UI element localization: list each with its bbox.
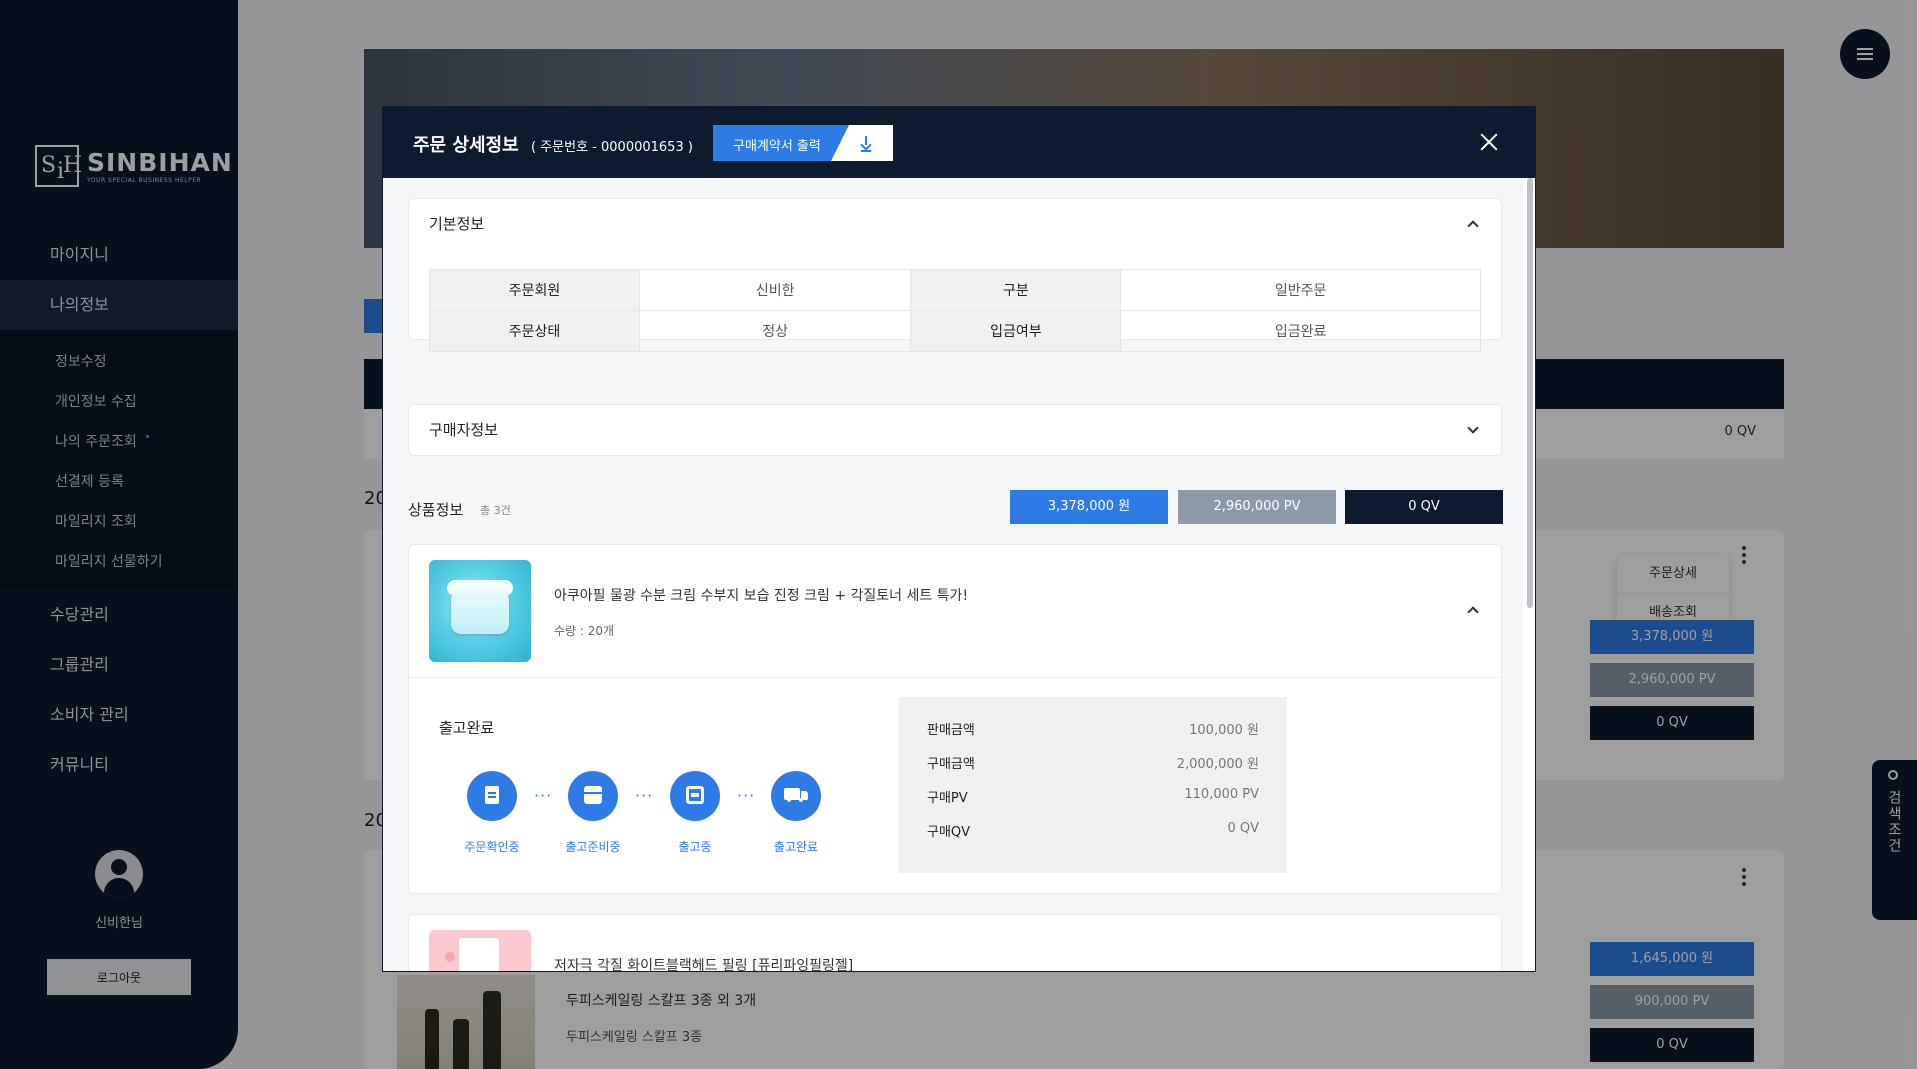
info-value: 입금완료 (1120, 310, 1481, 352)
info-label: 주문회원 (429, 269, 640, 311)
price-row: 구매QV 0 QV (927, 821, 1259, 855)
step-label: 출고중 (678, 840, 712, 854)
buyer-info-toggle[interactable]: 구매자정보 (409, 405, 1501, 455)
price-row: 판매금액 100,000 원 (927, 719, 1259, 753)
product-card: 아쿠아필 물광 수분 크림 수부지 보습 진정 크림 + 각질토너 세트 특가!… (408, 544, 1502, 894)
product-name: 저자극 각질 화이트블랙헤드 필링 [퓨리파잉필링젤] (554, 958, 854, 972)
price-row: 구매금액 2,000,000 원 (927, 753, 1259, 787)
total-amount-pill: 3,378,000 원 (1010, 490, 1168, 524)
price-key: 구매QV (927, 825, 971, 840)
store-icon (584, 786, 602, 804)
total-qv-pill: 0 QV (1345, 490, 1503, 524)
step-shipped: 출고완료 (741, 771, 851, 855)
step-label: 주문확인중 (464, 840, 520, 854)
price-summary: 판매금액 100,000 원 구매금액 2,000,000 원 구매PV 110,00… (899, 697, 1287, 873)
chevron-up-icon (1467, 220, 1479, 232)
price-key: 구매금액 (927, 757, 975, 772)
modal-header: 주문 상세정보 ( 주문번호 - 0000001653 ) 구매계약서 출력 (383, 107, 1535, 178)
price-value: 110,000 PV (1184, 787, 1259, 802)
product-image (429, 560, 531, 662)
product-name: 아쿠아필 물광 수분 크림 수부지 보습 진정 크림 + 각질토너 세트 특가! (554, 588, 969, 604)
download-icon (861, 136, 871, 150)
price-value: 100,000 원 (1189, 723, 1259, 738)
info-value: 일반주문 (1120, 269, 1481, 311)
step-shipping: 출고중 (640, 771, 750, 855)
basic-info-table: 주문회원 신비한 구분 일반주문 주문상태 정상 입금여부 입금완료 (429, 269, 1481, 352)
box-icon (686, 786, 704, 804)
step-label: 출고준비중 (565, 840, 621, 854)
chevron-down-icon (1467, 422, 1479, 434)
price-value: 2,000,000 원 (1176, 757, 1259, 772)
info-value: 정상 (638, 310, 912, 352)
order-number: ( 주문번호 - 0000001653 ) (531, 140, 693, 155)
product-info-header: 상품정보 총 3건 3,378,000 원 2,960,000 PV 0 QV (408, 490, 1503, 524)
price-value: 0 QV (1227, 821, 1259, 836)
basic-info-title: 기본정보 (429, 215, 485, 233)
info-label: 주문상태 (429, 310, 640, 352)
price-key: 구매PV (927, 791, 968, 806)
product-count: 총 3건 (480, 504, 511, 517)
buyer-info-section: 구매자정보 (408, 404, 1502, 456)
order-detail-modal: 주문 상세정보 ( 주문번호 - 0000001653 ) 구매계약서 출력 기… (382, 106, 1536, 972)
modal-scrollbar[interactable] (1527, 178, 1533, 608)
price-key: 판매금액 (927, 723, 975, 738)
print-contract-label: 구매계약서 출력 (733, 139, 821, 154)
product-card: 저자극 각질 화이트블랙헤드 필링 [퓨리파잉필링젤] (408, 914, 1502, 972)
info-value: 신비한 (638, 269, 912, 311)
document-icon (485, 786, 499, 804)
close-icon[interactable] (1476, 129, 1502, 155)
price-row: 구매PV 110,000 PV (927, 787, 1259, 821)
total-pv-pill: 2,960,000 PV (1178, 490, 1336, 524)
basic-info-section: 기본정보 주문회원 신비한 구분 일반주문 주문상태 정상 입금여부 입금완료 (408, 198, 1502, 352)
modal-title: 주문 상세정보 (413, 135, 519, 156)
chevron-up-icon[interactable] (1467, 606, 1479, 618)
info-label: 입금여부 (910, 310, 1122, 352)
info-label: 구분 (910, 269, 1122, 311)
step-label: 출고완료 (773, 840, 819, 854)
modal-body: 기본정보 주문회원 신비한 구분 일반주문 주문상태 정상 입금여부 입금완료 (383, 178, 1523, 972)
buyer-info-title: 구매자정보 (429, 421, 499, 439)
basic-info-toggle[interactable]: 기본정보 (409, 199, 1501, 249)
truck-icon (784, 788, 808, 802)
step-preparing: 출고준비중 (538, 771, 648, 855)
product-quantity: 수량 : 20개 (554, 624, 615, 638)
step-order-confirm: 주문확인중 (437, 771, 547, 855)
print-contract-button[interactable]: 구매계약서 출력 (713, 125, 893, 161)
product-image (429, 930, 531, 971)
product-info-title: 상품정보 (408, 501, 464, 519)
shipping-status: 출고완료 (439, 719, 495, 737)
